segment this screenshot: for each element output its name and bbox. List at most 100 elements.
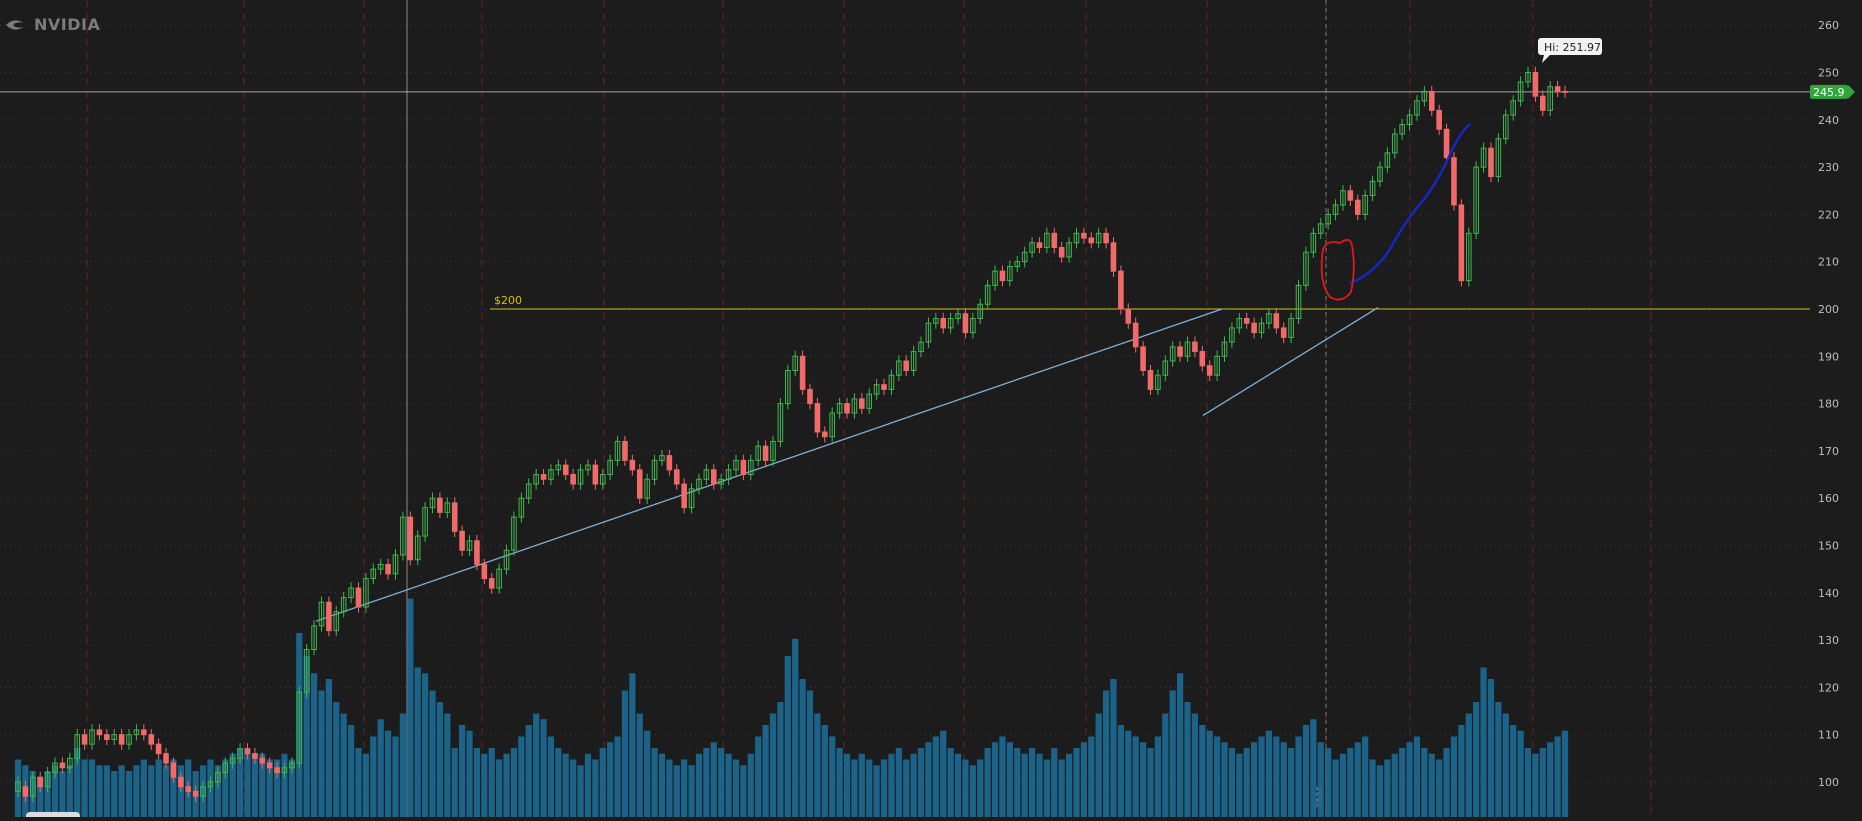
candle-down	[562, 464, 569, 476]
candle-down	[1458, 204, 1465, 282]
volume-bar	[1487, 679, 1495, 817]
nvidia-eye-icon	[6, 19, 24, 30]
candle-down	[192, 790, 199, 797]
volume-bar	[1058, 759, 1065, 817]
volume-bar	[1369, 759, 1376, 817]
volume-bar	[1288, 748, 1295, 817]
volume-bar	[710, 742, 717, 817]
candle-down	[629, 459, 636, 471]
candle-down	[710, 469, 717, 485]
volume-bar	[399, 713, 407, 817]
volume-bar	[1132, 736, 1139, 817]
volume-bar	[1095, 713, 1102, 817]
candle-down	[636, 469, 643, 499]
candle-down	[481, 563, 488, 580]
volume-bar	[1169, 690, 1176, 817]
volume-bar	[570, 759, 577, 817]
candle-down	[185, 786, 192, 792]
volume-bar	[436, 702, 444, 817]
y-axis-tick: 220	[1818, 208, 1839, 221]
volume-bar	[1080, 742, 1087, 817]
volume-bar	[547, 736, 555, 817]
y-axis-tick: 260	[1818, 19, 1839, 32]
volume-bar	[991, 742, 999, 817]
volume-bar	[466, 730, 473, 817]
candle-down	[96, 729, 103, 736]
volume-bar	[829, 736, 836, 817]
candle-down	[1147, 369, 1154, 390]
volume-bar	[755, 736, 762, 817]
volume-bar	[384, 730, 392, 817]
candle-down	[1539, 95, 1546, 111]
volume-bar	[88, 759, 96, 817]
volume-bar	[1302, 725, 1310, 817]
volume-bar	[1265, 730, 1273, 817]
volume-bar	[666, 759, 673, 817]
volume-bar	[1006, 742, 1013, 817]
volume-bar	[1043, 759, 1050, 817]
volume-bar	[814, 713, 821, 817]
high-callout-text: Hi: 251.97	[1544, 41, 1601, 54]
candle-down	[540, 474, 547, 480]
volume-bar	[540, 719, 547, 817]
volume-bar	[1539, 748, 1546, 817]
candle-down	[37, 776, 44, 788]
volume-bar	[962, 759, 969, 817]
y-axis-tick: 110	[1818, 729, 1839, 742]
candle-down	[437, 497, 443, 513]
candle-down	[940, 317, 947, 329]
volume-bar	[310, 673, 318, 817]
volume-bar	[599, 748, 606, 817]
volume-bar	[1347, 748, 1354, 817]
candle-down	[822, 431, 828, 438]
candle-down	[681, 483, 687, 509]
candle-down	[622, 440, 628, 461]
volume-bar	[718, 748, 725, 817]
volume-bar	[414, 667, 421, 817]
volume-bar	[59, 771, 66, 817]
volume-bar	[510, 748, 518, 817]
candle-down	[1103, 232, 1109, 244]
candle-down	[1243, 317, 1250, 324]
candle-down	[178, 776, 184, 788]
volume-bar	[355, 748, 362, 817]
volume-bar	[1362, 736, 1369, 817]
candle-down	[1251, 322, 1257, 334]
volume-bar	[577, 765, 584, 817]
y-axis-tick: 160	[1818, 492, 1839, 505]
candle-down	[326, 601, 332, 632]
candle-down	[1177, 346, 1183, 357]
volume-bar	[940, 730, 947, 817]
price-chart[interactable]: Year$20010011012013014015016017018019020…	[0, 0, 1862, 821]
candle-down	[962, 313, 969, 334]
symbol-chip[interactable]	[26, 812, 80, 821]
volume-bar	[1214, 736, 1221, 817]
candle-down	[407, 516, 414, 561]
volume-bar	[792, 638, 799, 817]
volume-bar	[555, 748, 562, 817]
volume-bar	[1354, 742, 1361, 817]
volume-bar	[858, 753, 865, 817]
volume-bar	[407, 598, 414, 817]
volume-bar	[496, 759, 503, 817]
candle-down	[22, 786, 29, 797]
volume-bar	[1473, 702, 1480, 817]
level-label-200: $200	[494, 294, 522, 307]
volume-bar	[1162, 713, 1169, 817]
volume-bar	[1502, 713, 1509, 817]
candlestick-chart[interactable]: Year$20010011012013014015016017018019020…	[0, 0, 1862, 821]
volume-bar	[533, 713, 540, 817]
volume-bar	[925, 742, 932, 817]
volume-bar	[725, 753, 732, 817]
volume-bar	[451, 748, 458, 817]
volume-bar	[1376, 765, 1384, 817]
candle-down	[170, 762, 177, 778]
y-axis-tick: 180	[1818, 398, 1839, 411]
volume-bar	[1510, 725, 1517, 817]
candle-down	[274, 767, 280, 774]
volume-bar	[910, 753, 917, 817]
volume-bar	[370, 736, 377, 817]
candle-down	[59, 762, 66, 769]
candle-down	[903, 360, 910, 371]
volume-bar	[162, 765, 170, 817]
